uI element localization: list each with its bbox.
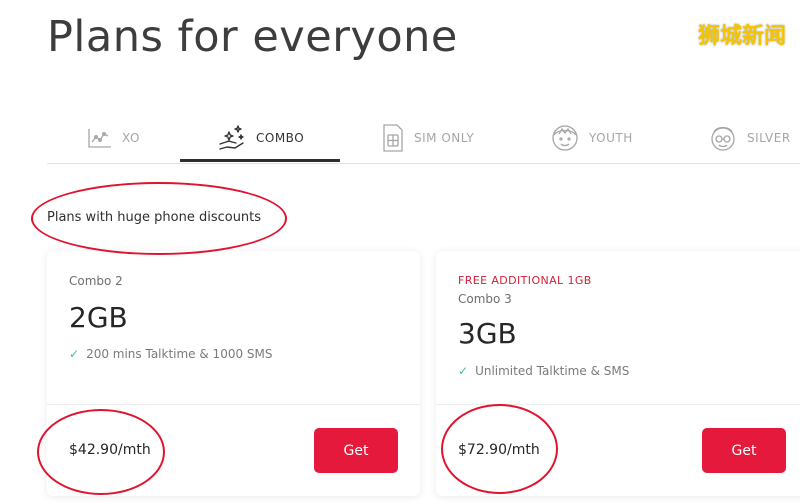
plan-data-allowance: 3GB: [458, 317, 517, 350]
tab-label: XO: [122, 131, 140, 145]
tab-label: SIM ONLY: [414, 131, 475, 145]
check-icon: ✓: [458, 364, 469, 378]
plan-feature: ✓ 200 mins Talktime & 1000 SMS: [69, 347, 273, 361]
tab-youth[interactable]: YOUTH: [550, 112, 633, 164]
combo-icon: [217, 123, 247, 153]
plan-price: $72.90/mth: [458, 442, 540, 458]
watermark: 狮城新闻: [697, 24, 786, 49]
plan-tabs: XO COMBO SIM ONLY YOUTH SILVER: [47, 112, 800, 164]
check-icon: ✓: [69, 347, 80, 361]
page-title: Plans for everyone: [47, 12, 458, 62]
plan-feature-text: 200 mins Talktime & 1000 SMS: [86, 347, 273, 361]
plan-price: $42.90/mth: [69, 442, 151, 458]
senior-face-icon: [708, 123, 738, 153]
tab-combo[interactable]: COMBO: [217, 112, 304, 164]
plan-name: Combo 2: [69, 274, 123, 288]
get-plan-button[interactable]: Get: [314, 428, 398, 473]
tab-label: YOUTH: [589, 131, 633, 145]
get-plan-button[interactable]: Get: [702, 428, 786, 473]
card-divider: [436, 404, 800, 405]
active-tab-indicator: [180, 159, 340, 162]
tab-label: SILVER: [747, 131, 791, 145]
plan-feature-text: Unlimited Talktime & SMS: [475, 364, 630, 378]
tab-silver[interactable]: SILVER: [708, 112, 791, 164]
section-subtitle: Plans with huge phone discounts: [47, 210, 262, 225]
card-divider: [47, 404, 420, 405]
plan-promo-badge: FREE ADDITIONAL 1GB: [458, 274, 592, 287]
xo-icon: [87, 127, 113, 149]
plan-feature: ✓ Unlimited Talktime & SMS: [458, 364, 629, 378]
tab-label: COMBO: [256, 131, 305, 145]
youth-face-icon: [550, 123, 580, 153]
plan-name: Combo 3: [458, 292, 512, 306]
sim-card-icon: [381, 123, 405, 153]
plan-data-allowance: 2GB: [69, 301, 128, 334]
tab-xo[interactable]: XO: [87, 112, 140, 164]
plan-card: FREE ADDITIONAL 1GB Combo 3 3GB ✓ Unlimi…: [436, 251, 800, 496]
tab-sim-only[interactable]: SIM ONLY: [381, 112, 474, 164]
plan-card: Combo 2 2GB ✓ 200 mins Talktime & 1000 S…: [47, 251, 420, 496]
